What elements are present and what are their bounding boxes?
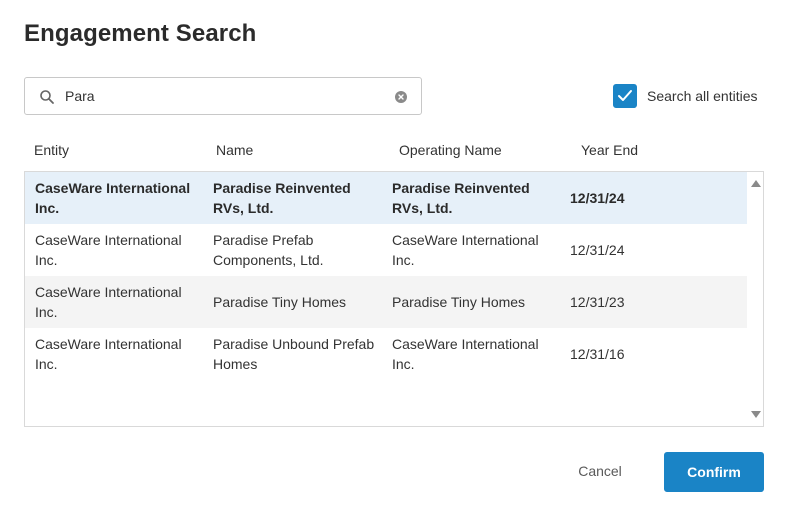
search-icon — [39, 89, 55, 105]
search-box[interactable] — [24, 77, 422, 115]
table-row[interactable]: CaseWare International Inc. Paradise Pre… — [25, 224, 748, 276]
cell-operating-name: CaseWare International Inc. — [392, 232, 539, 268]
cell-year-end: 12/31/24 — [570, 190, 625, 206]
cancel-button[interactable]: Cancel — [560, 452, 640, 490]
results-table: CaseWare International Inc. Paradise Rei… — [24, 171, 764, 427]
search-all-entities[interactable]: Search all entities — [613, 84, 758, 108]
scrollbar[interactable] — [747, 172, 763, 426]
cell-year-end: 12/31/23 — [570, 294, 625, 310]
cell-operating-name: CaseWare International Inc. — [392, 336, 539, 372]
column-header-entity[interactable]: Entity — [34, 142, 69, 158]
cell-entity: CaseWare International Inc. — [35, 180, 191, 216]
cell-name: Paradise Reinvented RVs, Ltd. — [213, 180, 351, 216]
cell-operating-name: Paradise Tiny Homes — [392, 294, 526, 310]
cell-name: Paradise Unbound Prefab Homes — [213, 336, 375, 372]
cell-operating-name: Paradise Reinvented RVs, Ltd. — [392, 180, 530, 216]
cell-entity: CaseWare International Inc. — [35, 336, 182, 372]
search-all-label: Search all entities — [647, 88, 758, 104]
table-row[interactable]: CaseWare International Inc. Paradise Tin… — [25, 276, 748, 328]
cell-year-end: 12/31/24 — [570, 242, 625, 258]
search-input[interactable] — [65, 86, 385, 106]
table-row[interactable]: CaseWare International Inc. Paradise Unb… — [25, 328, 748, 380]
table-header: Entity Name Operating Name Year End — [24, 142, 764, 162]
scroll-up-arrow-icon[interactable] — [751, 180, 761, 187]
confirm-button[interactable]: Confirm — [664, 452, 764, 492]
search-all-checkbox[interactable] — [613, 84, 637, 108]
cell-year-end: 12/31/16 — [570, 346, 625, 362]
column-header-name[interactable]: Name — [216, 142, 253, 158]
check-icon — [618, 90, 632, 101]
cell-name: Paradise Prefab Components, Ltd. — [213, 232, 324, 268]
column-header-year-end[interactable]: Year End — [581, 142, 638, 158]
column-header-operating-name[interactable]: Operating Name — [399, 142, 502, 158]
table-row[interactable]: CaseWare International Inc. Paradise Rei… — [25, 172, 748, 224]
clear-icon[interactable] — [395, 91, 407, 103]
scroll-down-arrow-icon[interactable] — [751, 411, 761, 418]
cell-name: Paradise Tiny Homes — [213, 294, 347, 310]
dialog-title: Engagement Search — [24, 20, 257, 47]
cell-entity: CaseWare International Inc. — [35, 232, 182, 268]
cell-entity: CaseWare International Inc. — [35, 284, 182, 320]
